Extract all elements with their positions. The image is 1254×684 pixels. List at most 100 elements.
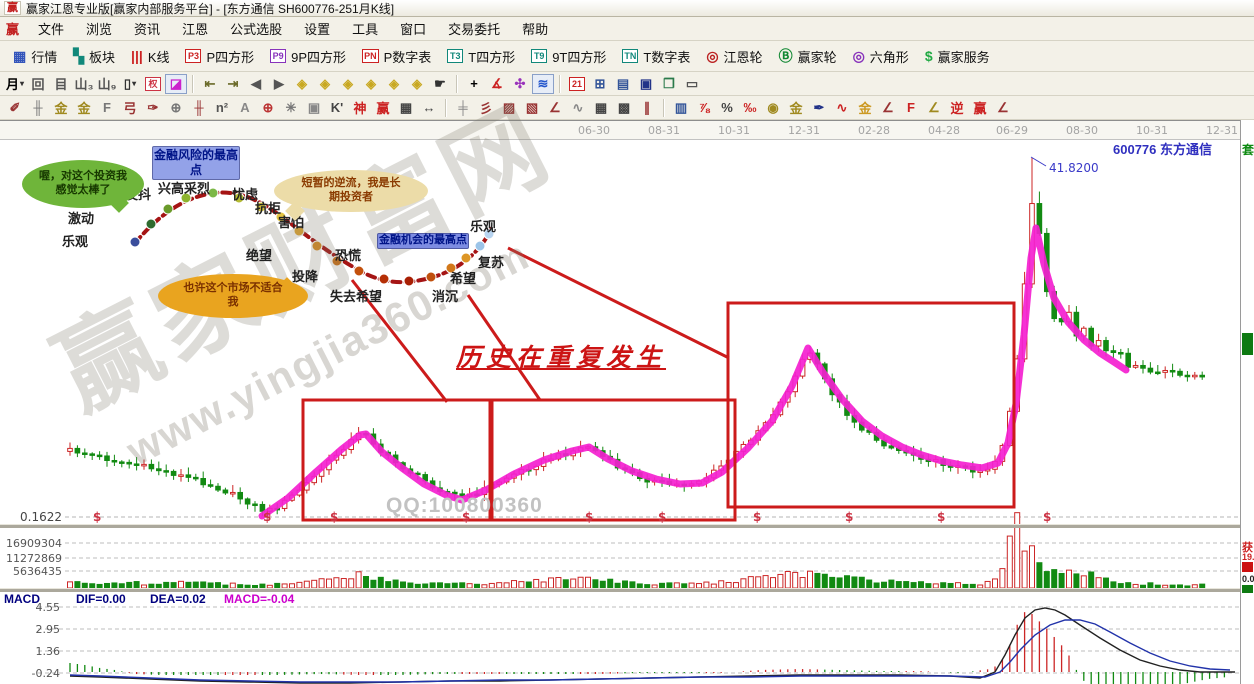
- scale-icon[interactable]: ▥: [670, 98, 692, 118]
- marker-icon[interactable]: ✑: [142, 98, 164, 118]
- trend-line-icon[interactable]: ∠: [544, 98, 566, 118]
- channel-icon[interactable]: ∿: [831, 98, 853, 118]
- pane-splitter-volume[interactable]: [0, 524, 1254, 528]
- shen-tool-icon[interactable]: 神: [349, 98, 371, 118]
- gold-line-icon[interactable]: 金: [785, 98, 807, 118]
- pane-splitter-macd[interactable]: [0, 588, 1254, 592]
- spiral-icon[interactable]: 弓: [119, 98, 141, 118]
- star-icon[interactable]: ✳: [280, 98, 302, 118]
- gann-wheel-button[interactable]: ◎江恩轮: [699, 44, 769, 69]
- grid2-icon[interactable]: ▦: [590, 98, 612, 118]
- candle-style-icon[interactable]: ▯▾: [119, 74, 141, 94]
- menu-item-文件[interactable]: 文件: [27, 17, 75, 40]
- calculator-icon[interactable]: ⊞: [589, 74, 611, 94]
- export-icon[interactable]: ▭: [681, 74, 703, 94]
- t-number-button[interactable]: TNT数字表: [615, 44, 697, 69]
- ex-rights-icon[interactable]: 权: [142, 74, 164, 94]
- ying-angle-icon[interactable]: 赢: [969, 98, 991, 118]
- compress-right-icon[interactable]: ◈: [314, 74, 336, 94]
- winner-service-button[interactable]: $赢家服务: [918, 44, 997, 69]
- fibo-icon[interactable]: F: [96, 98, 118, 118]
- permille-icon[interactable]: ‰: [739, 98, 761, 118]
- period-selector: 月: [6, 74, 19, 93]
- wave-count-icon[interactable]: K': [326, 98, 348, 118]
- gold-grid-icon[interactable]: 金: [50, 98, 72, 118]
- menu-item-浏览[interactable]: 浏览: [75, 17, 123, 40]
- compress-left-icon[interactable]: ◈: [291, 74, 313, 94]
- circle3-icon[interactable]: ⊕: [165, 98, 187, 118]
- great-investment-bubble: 喔，对这个投资我感觉太棒了: [22, 160, 144, 208]
- market-button[interactable]: ▦行情: [6, 44, 64, 69]
- gold-circle-icon: ◉: [767, 100, 778, 116]
- gold-grid2-icon[interactable]: 金: [73, 98, 95, 118]
- angleF-icon: F: [907, 100, 915, 115]
- target-icon[interactable]: ⊕: [257, 98, 279, 118]
- ruler-icon[interactable]: ╫: [188, 98, 210, 118]
- scale-icon: ▥: [675, 100, 687, 116]
- gold-circle-icon[interactable]: ◉: [762, 98, 784, 118]
- gold2-icon[interactable]: 金: [854, 98, 876, 118]
- wave-tool-icon[interactable]: ≋: [532, 74, 554, 94]
- n2-icon[interactable]: n²: [211, 98, 233, 118]
- calendar-icon[interactable]: 21: [566, 74, 588, 94]
- menu-item-交易委托[interactable]: 交易委托: [437, 17, 511, 40]
- wave2-icon: ∿: [573, 100, 584, 116]
- chart-color-icon[interactable]: ◪: [165, 74, 187, 94]
- kline-button-label: K线: [148, 47, 170, 66]
- expand-h-icon[interactable]: ◈: [337, 74, 359, 94]
- last-page-icon[interactable]: ⇥: [222, 74, 244, 94]
- save-icon[interactable]: ▣: [635, 74, 657, 94]
- first-page-icon[interactable]: ⇤: [199, 74, 221, 94]
- menu-item-公式选股[interactable]: 公式选股: [219, 17, 293, 40]
- expand-all-icon[interactable]: ◈: [383, 74, 405, 94]
- arc-icon[interactable]: A: [234, 98, 256, 118]
- menu-item-设置[interactable]: 设置: [293, 17, 341, 40]
- compress-h-icon[interactable]: ◈: [360, 74, 382, 94]
- ink-icon[interactable]: ✒: [808, 98, 830, 118]
- grid-icon[interactable]: ╫: [27, 98, 49, 118]
- compress-all-icon[interactable]: ◈: [406, 74, 428, 94]
- overlay-icon[interactable]: 回: [27, 74, 49, 94]
- menu-item-窗口[interactable]: 窗口: [389, 17, 437, 40]
- grid3-icon: ▩: [618, 100, 630, 116]
- menu-item-资讯[interactable]: 资讯: [123, 17, 171, 40]
- angle3-icon[interactable]: ∠: [992, 98, 1014, 118]
- pencil-icon[interactable]: ✐: [4, 98, 26, 118]
- next-page-icon[interactable]: ▶: [268, 74, 290, 94]
- hexagon-button[interactable]: ◎六角形: [846, 44, 916, 69]
- drag-hand-icon[interactable]: ☛: [429, 74, 451, 94]
- menu-item-江恩[interactable]: 江恩: [171, 17, 219, 40]
- kline-button[interactable]: |||K线: [124, 44, 176, 69]
- angle1-icon[interactable]: ∠: [877, 98, 899, 118]
- p-square-icon: P3: [185, 49, 201, 63]
- percent-icon[interactable]: %: [716, 98, 738, 118]
- winner-wheel-button[interactable]: Ⓑ赢家轮: [772, 44, 844, 69]
- wave2-icon[interactable]: ∿: [567, 98, 589, 118]
- t9-square-button[interactable]: T99T四方形: [524, 44, 613, 69]
- parallel-lines-icon[interactable]: ∥: [636, 98, 658, 118]
- expand-h-icon: ◈: [343, 76, 353, 92]
- menu-item-帮助[interactable]: 帮助: [511, 17, 559, 40]
- grid3-icon[interactable]: ▩: [613, 98, 635, 118]
- box-target-icon[interactable]: ▣: [303, 98, 325, 118]
- psych-stage-label: 激动: [68, 208, 94, 227]
- notes-icon[interactable]: ▤: [612, 74, 634, 94]
- bars9-icon[interactable]: 山₉: [96, 74, 118, 94]
- right-scale-strip: 套获19.0.0: [1240, 120, 1254, 684]
- angle-gold-icon[interactable]: ∠: [923, 98, 945, 118]
- menu-item-工具[interactable]: 工具: [341, 17, 389, 40]
- t-square-button[interactable]: T3T四方形: [440, 44, 522, 69]
- p9-square-button[interactable]: P99P四方形: [263, 44, 353, 69]
- prev-page-icon[interactable]: ◀: [245, 74, 267, 94]
- p-number-button[interactable]: PNP数字表: [355, 44, 438, 69]
- ying-tool-icon[interactable]: 赢: [372, 98, 394, 118]
- sectors-button[interactable]: ▚板块: [66, 44, 122, 69]
- percent7-icon[interactable]: ⅞: [693, 98, 715, 118]
- speed-line-icon[interactable]: 逆: [946, 98, 968, 118]
- angleF-icon[interactable]: F: [900, 98, 922, 118]
- bars3-icon[interactable]: 山₃: [73, 74, 95, 94]
- windows-icon[interactable]: ❐: [658, 74, 680, 94]
- info-panel-icon[interactable]: 目: [50, 74, 72, 94]
- period-selector[interactable]: 月▾: [4, 74, 26, 94]
- p-square-button[interactable]: P3P四方形: [178, 44, 261, 69]
